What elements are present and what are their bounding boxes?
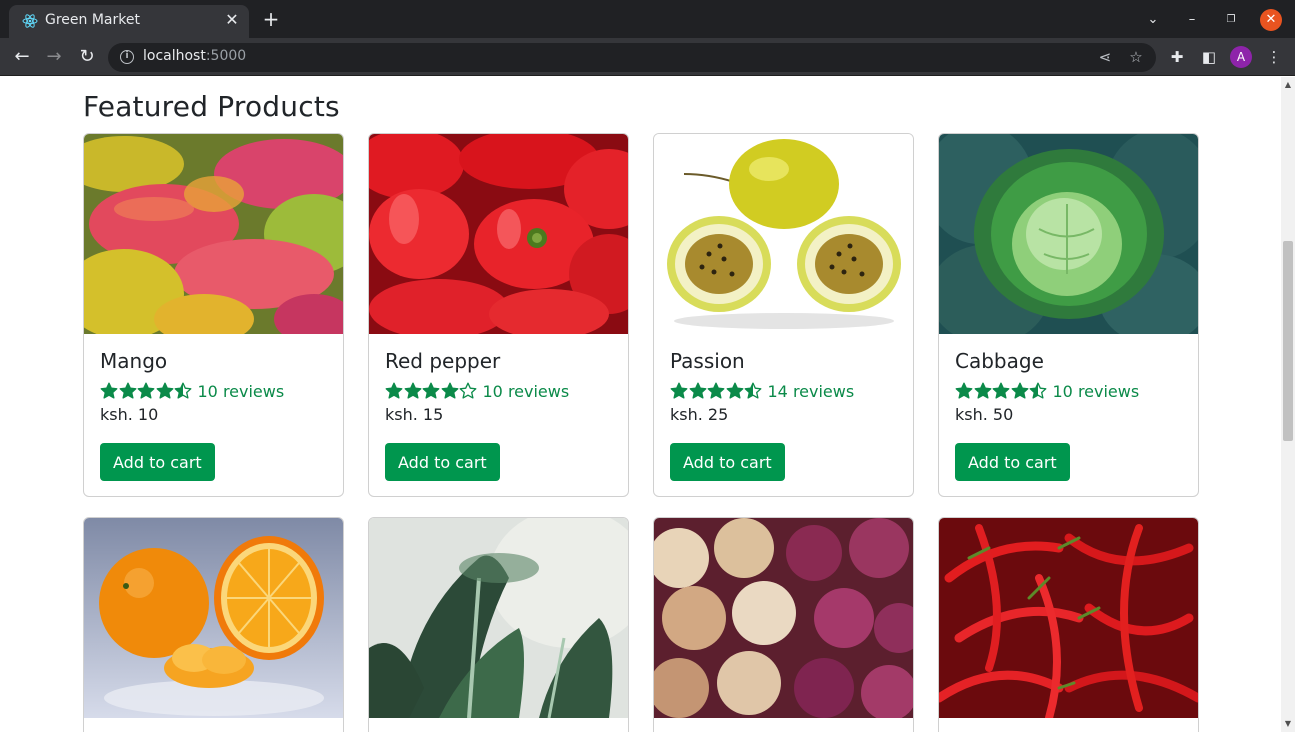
- product-price: ksh. 50: [955, 405, 1014, 424]
- product-rating: 10 reviews: [955, 381, 1182, 401]
- scroll-up-icon[interactable]: ▲: [1281, 79, 1295, 91]
- new-tab-icon[interactable]: +: [262, 9, 280, 29]
- product-image-kale[interactable]: [369, 518, 628, 718]
- product-card: Cabbage 10 reviews ksh. 50 Add to cart: [938, 133, 1199, 497]
- product-card: [83, 517, 344, 732]
- star-full-icon: [689, 382, 706, 399]
- product-rating: 14 reviews: [670, 381, 897, 401]
- reviews-link[interactable]: 10 reviews: [1053, 382, 1140, 401]
- profile-avatar[interactable]: A: [1230, 46, 1252, 68]
- add-to-cart-button[interactable]: Add to cart: [100, 443, 215, 481]
- product-image-red-pepper[interactable]: [369, 134, 628, 334]
- back-icon[interactable]: ←: [12, 47, 32, 67]
- site-info-icon[interactable]: i: [120, 50, 134, 64]
- reviews-link[interactable]: 10 reviews: [198, 382, 285, 401]
- star-empty-icon: [459, 382, 477, 399]
- url-text[interactable]: localhost:5000: [143, 48, 246, 64]
- bookmark-star-icon[interactable]: ☆: [1127, 48, 1145, 66]
- page-scrollbar[interactable]: ▲ ▼: [1281, 77, 1295, 732]
- star-full-icon: [670, 382, 688, 399]
- add-to-cart-button[interactable]: Add to cart: [385, 443, 500, 481]
- star-full-icon: [1011, 382, 1028, 399]
- product-image-mango[interactable]: [84, 134, 343, 334]
- scrollbar-thumb[interactable]: [1283, 241, 1293, 441]
- reload-icon[interactable]: ↻: [77, 47, 97, 67]
- product-image-chili[interactable]: [939, 518, 1198, 718]
- product-image-orange[interactable]: [84, 518, 343, 718]
- tab-title: Green Market: [45, 12, 140, 28]
- product-card: [653, 517, 914, 732]
- product-rating: 10 reviews: [385, 381, 612, 401]
- side-panel-icon[interactable]: ◧: [1199, 47, 1219, 67]
- star-half-icon: [1029, 382, 1047, 399]
- scroll-down-icon[interactable]: ▼: [1281, 718, 1295, 730]
- star-rating: [955, 382, 1048, 400]
- star-full-icon: [441, 382, 458, 399]
- star-full-icon: [385, 382, 403, 399]
- product-card: [368, 517, 629, 732]
- star-half-icon: [744, 382, 762, 399]
- star-full-icon: [404, 382, 421, 399]
- star-full-icon: [707, 382, 725, 399]
- star-full-icon: [119, 382, 136, 399]
- page-viewport: Featured Products Mango 10 reviews ksh. …: [0, 77, 1281, 732]
- product-name[interactable]: Red pepper: [385, 349, 612, 373]
- add-to-cart-button[interactable]: Add to cart: [670, 443, 785, 481]
- star-full-icon: [156, 382, 173, 399]
- product-card: Red pepper 10 reviews ksh. 15 Add to car…: [368, 133, 629, 497]
- product-image-cabbage[interactable]: [939, 134, 1198, 334]
- add-to-cart-button[interactable]: Add to cart: [955, 443, 1070, 481]
- product-card: Passion 14 reviews ksh. 25 Add to cart: [653, 133, 914, 497]
- browser-tab-bar: Green Market ✕ + ⌄ – ❐ ✕: [0, 0, 1295, 38]
- star-full-icon: [726, 382, 743, 399]
- product-name[interactable]: Cabbage: [955, 349, 1182, 373]
- star-rating: [385, 382, 478, 400]
- address-bar[interactable]: i localhost:5000 ⋖ ☆: [108, 43, 1156, 72]
- product-image-passion[interactable]: [654, 134, 913, 334]
- forward-icon[interactable]: →: [44, 47, 64, 67]
- tab-search-icon[interactable]: ⌄: [1142, 9, 1164, 31]
- reviews-link[interactable]: 10 reviews: [483, 382, 570, 401]
- browser-toolbar: ← → ↻ i localhost:5000 ⋖ ☆ ✚ ◧ A ⋮: [0, 38, 1295, 76]
- star-full-icon: [974, 382, 991, 399]
- star-rating: [670, 382, 763, 400]
- star-full-icon: [137, 382, 155, 399]
- react-icon: [22, 14, 38, 28]
- star-full-icon: [422, 382, 440, 399]
- star-rating: [100, 382, 193, 400]
- product-name[interactable]: Passion: [670, 349, 897, 373]
- section-title: Featured Products: [83, 90, 340, 123]
- star-full-icon: [100, 382, 118, 399]
- minimize-icon[interactable]: –: [1181, 9, 1203, 31]
- extensions-icon[interactable]: ✚: [1167, 47, 1187, 67]
- restore-icon[interactable]: ❐: [1220, 9, 1242, 31]
- product-price: ksh. 10: [100, 405, 159, 424]
- star-full-icon: [992, 382, 1010, 399]
- share-icon[interactable]: ⋖: [1096, 48, 1114, 66]
- product-image-onions[interactable]: [654, 518, 913, 718]
- product-name[interactable]: Mango: [100, 349, 327, 373]
- menu-kebab-icon[interactable]: ⋮: [1264, 47, 1284, 67]
- product-card: Mango 10 reviews ksh. 10 Add to cart: [83, 133, 344, 497]
- product-price: ksh. 15: [385, 405, 444, 424]
- reviews-link[interactable]: 14 reviews: [768, 382, 855, 401]
- tab-close-icon[interactable]: ✕: [223, 11, 241, 29]
- product-rating: 10 reviews: [100, 381, 327, 401]
- star-full-icon: [955, 382, 973, 399]
- window-close-icon[interactable]: ✕: [1260, 9, 1282, 31]
- product-price: ksh. 25: [670, 405, 729, 424]
- browser-tab[interactable]: Green Market ✕: [9, 5, 249, 38]
- product-card: [938, 517, 1199, 732]
- star-half-icon: [174, 382, 192, 399]
